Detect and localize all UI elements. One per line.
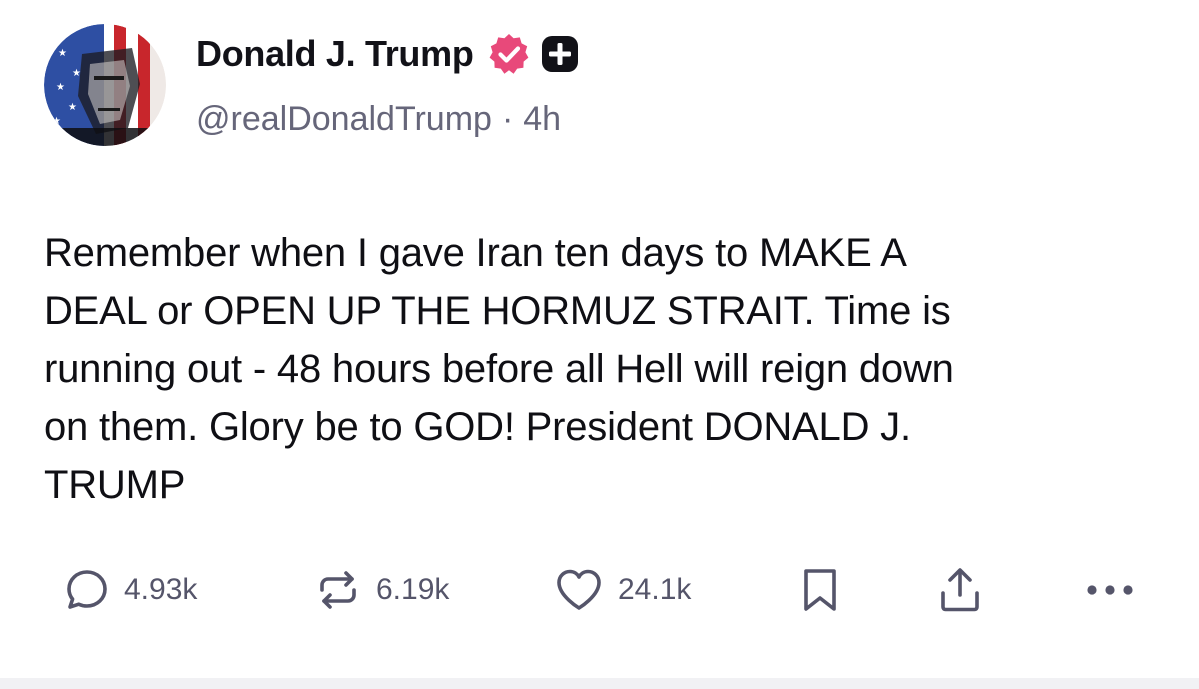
repost-count: 6.19k (376, 573, 450, 606)
author-meta-row: @realDonaldTrump · 4h (196, 100, 561, 139)
reply-count: 4.93k (124, 573, 198, 606)
display-name[interactable]: Donald J. Trump (196, 33, 474, 75)
repost-icon (314, 566, 362, 614)
svg-text:★: ★ (52, 116, 61, 127)
repost-button[interactable]: 6.19k (314, 560, 449, 620)
post-text-line: on them. Glory be to GOD! President DONA… (44, 405, 911, 449)
flag-portrait-icon: ★ ★ ★ ★ ★ (44, 24, 166, 146)
post-text-line: TRUMP (44, 463, 186, 507)
author-handle[interactable]: @realDonaldTrump (196, 100, 492, 139)
svg-text:★: ★ (68, 102, 77, 113)
avatar[interactable]: ★ ★ ★ ★ ★ (44, 24, 166, 146)
bookmark-button[interactable] (800, 560, 840, 620)
share-button[interactable] (936, 560, 984, 620)
more-icon (1084, 582, 1136, 598)
post-card: ★ ★ ★ ★ ★ Donald J. Trump @realDonaldTru… (0, 0, 1199, 689)
divider (0, 678, 1199, 689)
reply-button[interactable]: 4.93k (64, 560, 197, 620)
plus-badge-icon (540, 34, 580, 74)
like-button[interactable]: 24.1k (554, 560, 691, 620)
post-timestamp[interactable]: 4h (523, 100, 561, 139)
action-bar: 4.93k 6.19k 24.1k (0, 560, 1199, 620)
post-text-line: running out - 48 hours before all Hell w… (44, 347, 954, 391)
share-icon (936, 565, 984, 615)
svg-text:★: ★ (56, 82, 65, 93)
post-text-line: Remember when I gave Iran ten days to MA… (44, 231, 907, 275)
reply-icon (64, 567, 110, 613)
svg-text:★: ★ (72, 68, 81, 79)
author-name-row: Donald J. Trump (196, 30, 580, 78)
more-button[interactable] (1084, 560, 1136, 620)
svg-text:★: ★ (58, 48, 67, 59)
meta-separator: · (501, 100, 514, 138)
post-body: Remember when I gave Iran ten days to MA… (44, 224, 1164, 514)
heart-icon (554, 567, 604, 613)
post-text-line: DEAL or OPEN UP THE HORMUZ STRAIT. Time … (44, 289, 951, 333)
like-count: 24.1k (618, 573, 692, 606)
bookmark-icon (800, 565, 840, 615)
verified-badge-icon (486, 31, 532, 77)
